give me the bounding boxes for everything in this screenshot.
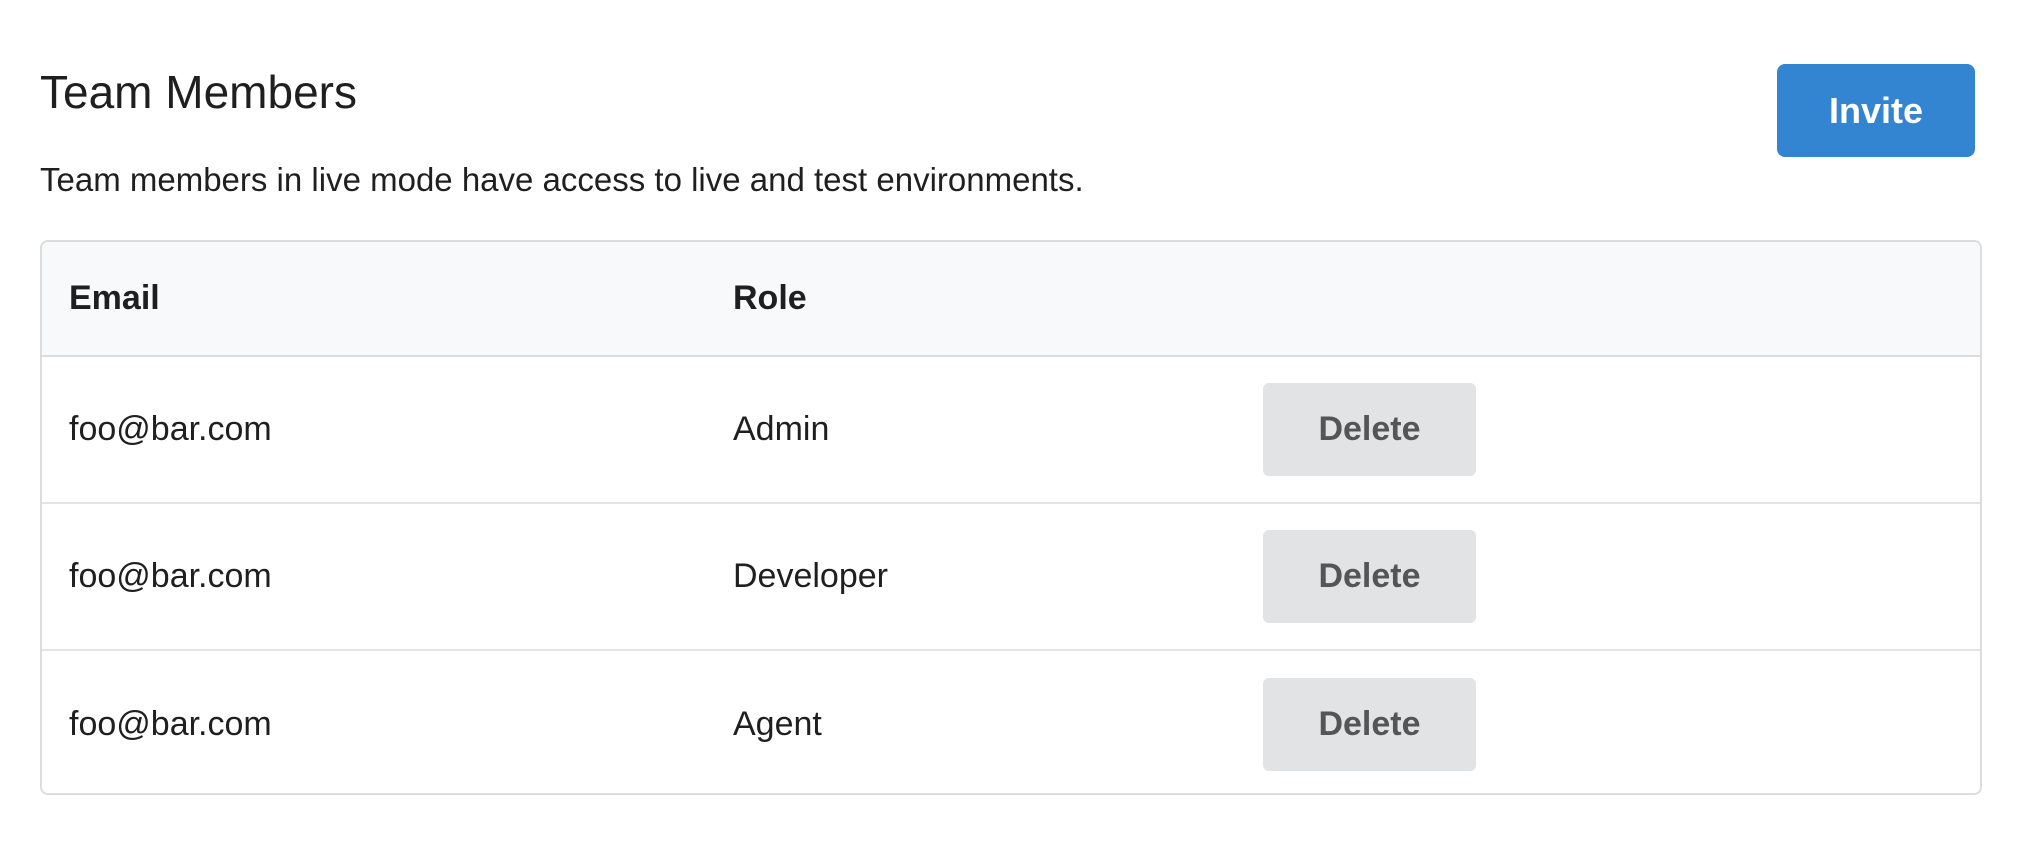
table-header-row: Email Role — [42, 242, 1980, 357]
table-body: foo@bar.com Admin Delete foo@bar.com Dev… — [42, 356, 1980, 793]
delete-button[interactable]: Delete — [1263, 677, 1476, 771]
column-header-email: Email — [42, 242, 706, 357]
member-email: foo@bar.com — [69, 410, 272, 448]
team-members-table: Email Role foo@bar.com Admin Delete foo@… — [42, 242, 1980, 793]
delete-button[interactable]: Delete — [1263, 530, 1476, 623]
table-header: Email Role — [42, 242, 1980, 357]
delete-button[interactable]: Delete — [1263, 383, 1476, 476]
member-role: Developer — [706, 502, 1263, 650]
member-email: foo@bar.com — [42, 502, 706, 650]
table-row: foo@bar.com Agent Delete — [42, 649, 1980, 793]
member-role: Agent — [706, 649, 1263, 793]
team-members-table-card: Email Role foo@bar.com Admin Delete foo@… — [40, 240, 1982, 795]
column-header-actions — [1263, 242, 1980, 357]
page-title: Team Members — [40, 66, 357, 118]
invite-button[interactable]: Invite — [1777, 64, 1975, 157]
team-members-page: Team Members Invite Team members in live… — [0, 0, 2026, 854]
member-role: Admin — [733, 410, 830, 448]
column-header-role: Role — [706, 242, 1263, 357]
table-row: foo@bar.com Admin Delete — [42, 356, 1980, 503]
page-description: Team members in live mode have access to… — [40, 161, 1084, 198]
member-actions: Delete — [1263, 502, 1980, 650]
member-actions: Delete — [1263, 649, 1980, 793]
member-email: foo@bar.com — [42, 649, 706, 793]
table-row: foo@bar.com Developer Delete — [42, 502, 1980, 650]
member-actions: Delete — [1263, 356, 1980, 503]
